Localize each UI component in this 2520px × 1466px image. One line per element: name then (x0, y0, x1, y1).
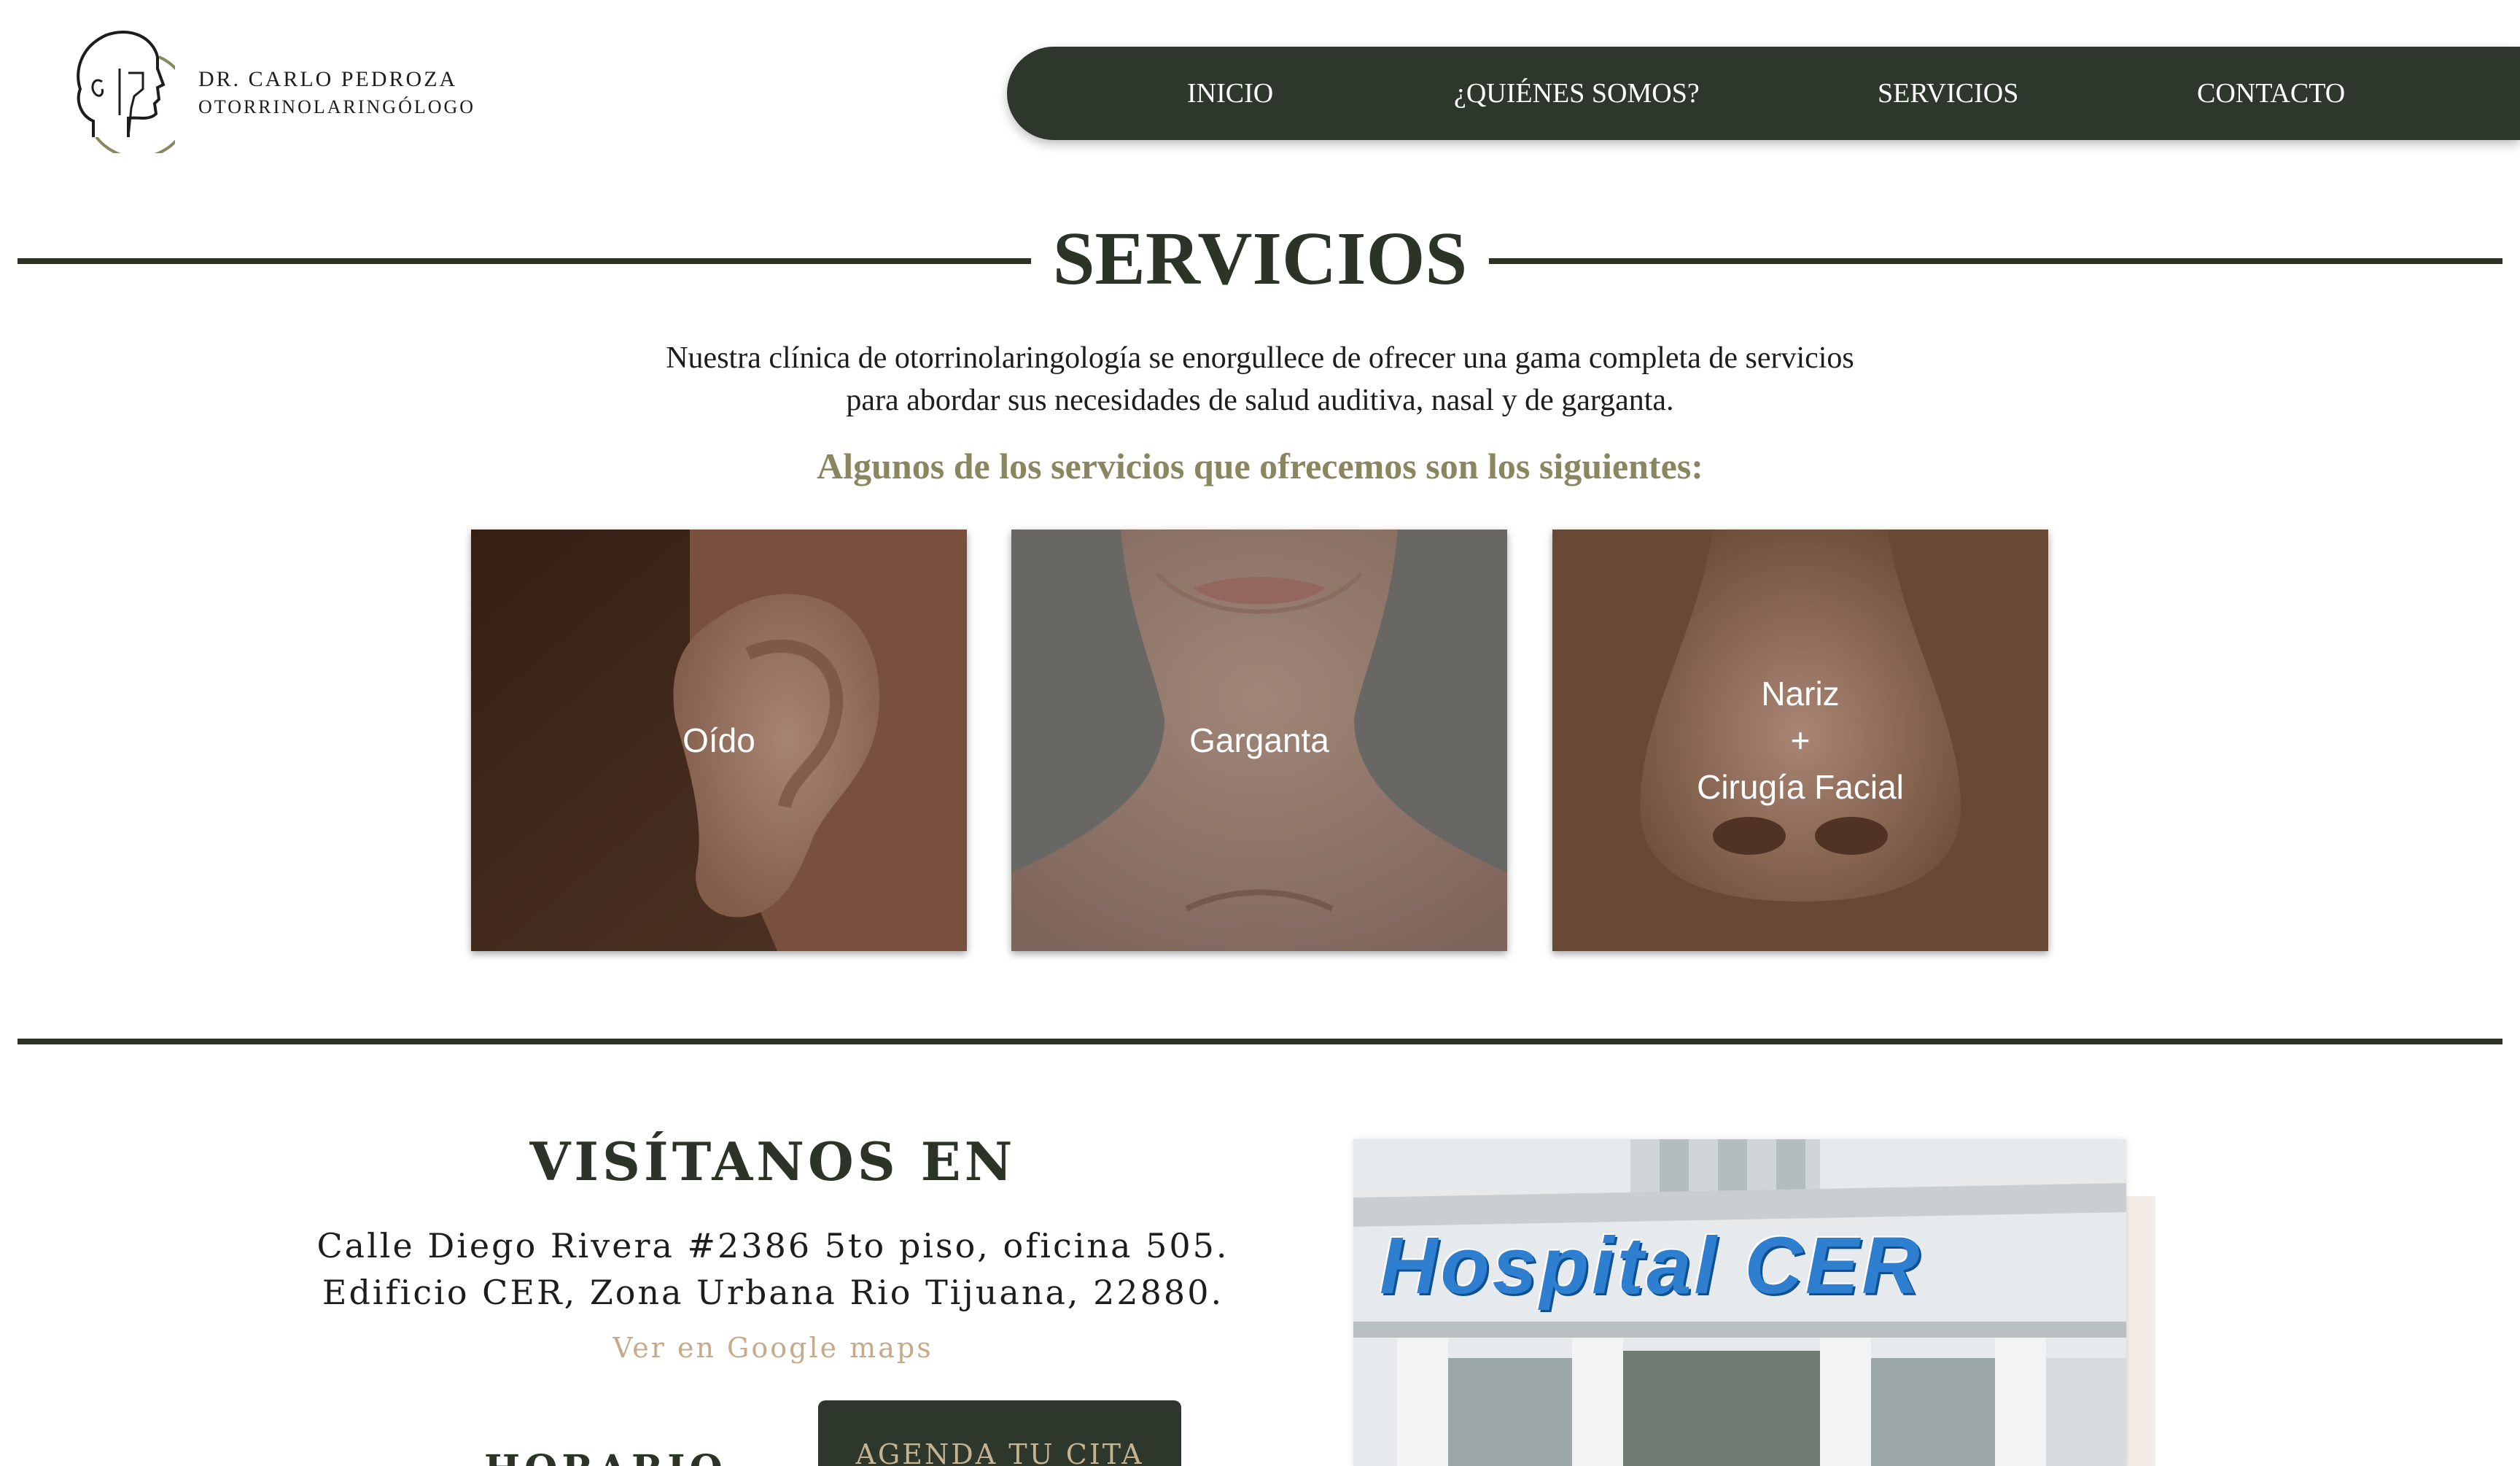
service-card-label-line-1: Nariz (1761, 675, 1840, 713)
logo[interactable] (58, 28, 192, 159)
nav-item-quienes-somos[interactable]: ¿QUIÉNES SOMOS? (1454, 77, 1700, 109)
service-card-nariz[interactable]: Nariz + Cirugía Facial (1552, 530, 2048, 951)
service-card-label-garganta: Garganta (1189, 721, 1329, 759)
nav-item-servicios[interactable]: SERVICIOS (1878, 77, 2018, 109)
address: Calle Diego Rivera #2386 5to piso, ofici… (262, 1222, 1283, 1316)
agenda-cita-button[interactable]: AGENDA TU CITA (818, 1400, 1181, 1466)
address-line-1: Calle Diego Rivera #2386 5to piso, ofici… (316, 1226, 1229, 1265)
service-card-label-line-3: Cirugía Facial (1697, 768, 1904, 806)
nav-item-contacto[interactable]: CONTACTO (2197, 77, 2345, 109)
nav-item-inicio[interactable]: INICIO (1187, 77, 1273, 109)
service-card-label-nariz: Nariz + Cirugía Facial (1552, 670, 2048, 810)
hospital-sign: Hospital CER (1380, 1221, 1923, 1311)
hospital-photo: Hospital CER (1353, 1139, 2126, 1466)
servicios-subheading: Algunos de los servicios que ofrecemos s… (817, 446, 1703, 486)
google-maps-link[interactable]: Ver en Google maps (408, 1332, 1138, 1364)
head-profile-icon (77, 31, 192, 159)
main-nav: INICIO ¿QUIÉNES SOMOS? SERVICIOS CONTACT… (1007, 47, 2520, 140)
service-card-label-oido: Oído (682, 721, 755, 759)
service-card-label-line-2: + (1790, 721, 1811, 759)
address-line-2: Edificio CER, Zona Urbana Rio Tijuana, 2… (322, 1273, 1224, 1312)
service-card-oido[interactable]: Oído (471, 530, 967, 951)
brand-name: DR. CARLO PEDROZA (198, 67, 458, 91)
title-divider-right (1489, 258, 2502, 264)
brand-subtitle: OTORRINOLARINGÓLOGO (198, 96, 476, 117)
title-divider-left (18, 258, 1031, 264)
section-divider (18, 1039, 2502, 1044)
servicios-intro: Nuestra clínica de otorrinolaringología … (666, 341, 1854, 417)
service-card-garganta[interactable]: Garganta (1011, 530, 1507, 951)
section-title: SERVICIOS (1052, 217, 1468, 300)
horario-heading: HORARIO (484, 1447, 727, 1466)
visit-title: VISÍTANOS EN (529, 1130, 1016, 1192)
